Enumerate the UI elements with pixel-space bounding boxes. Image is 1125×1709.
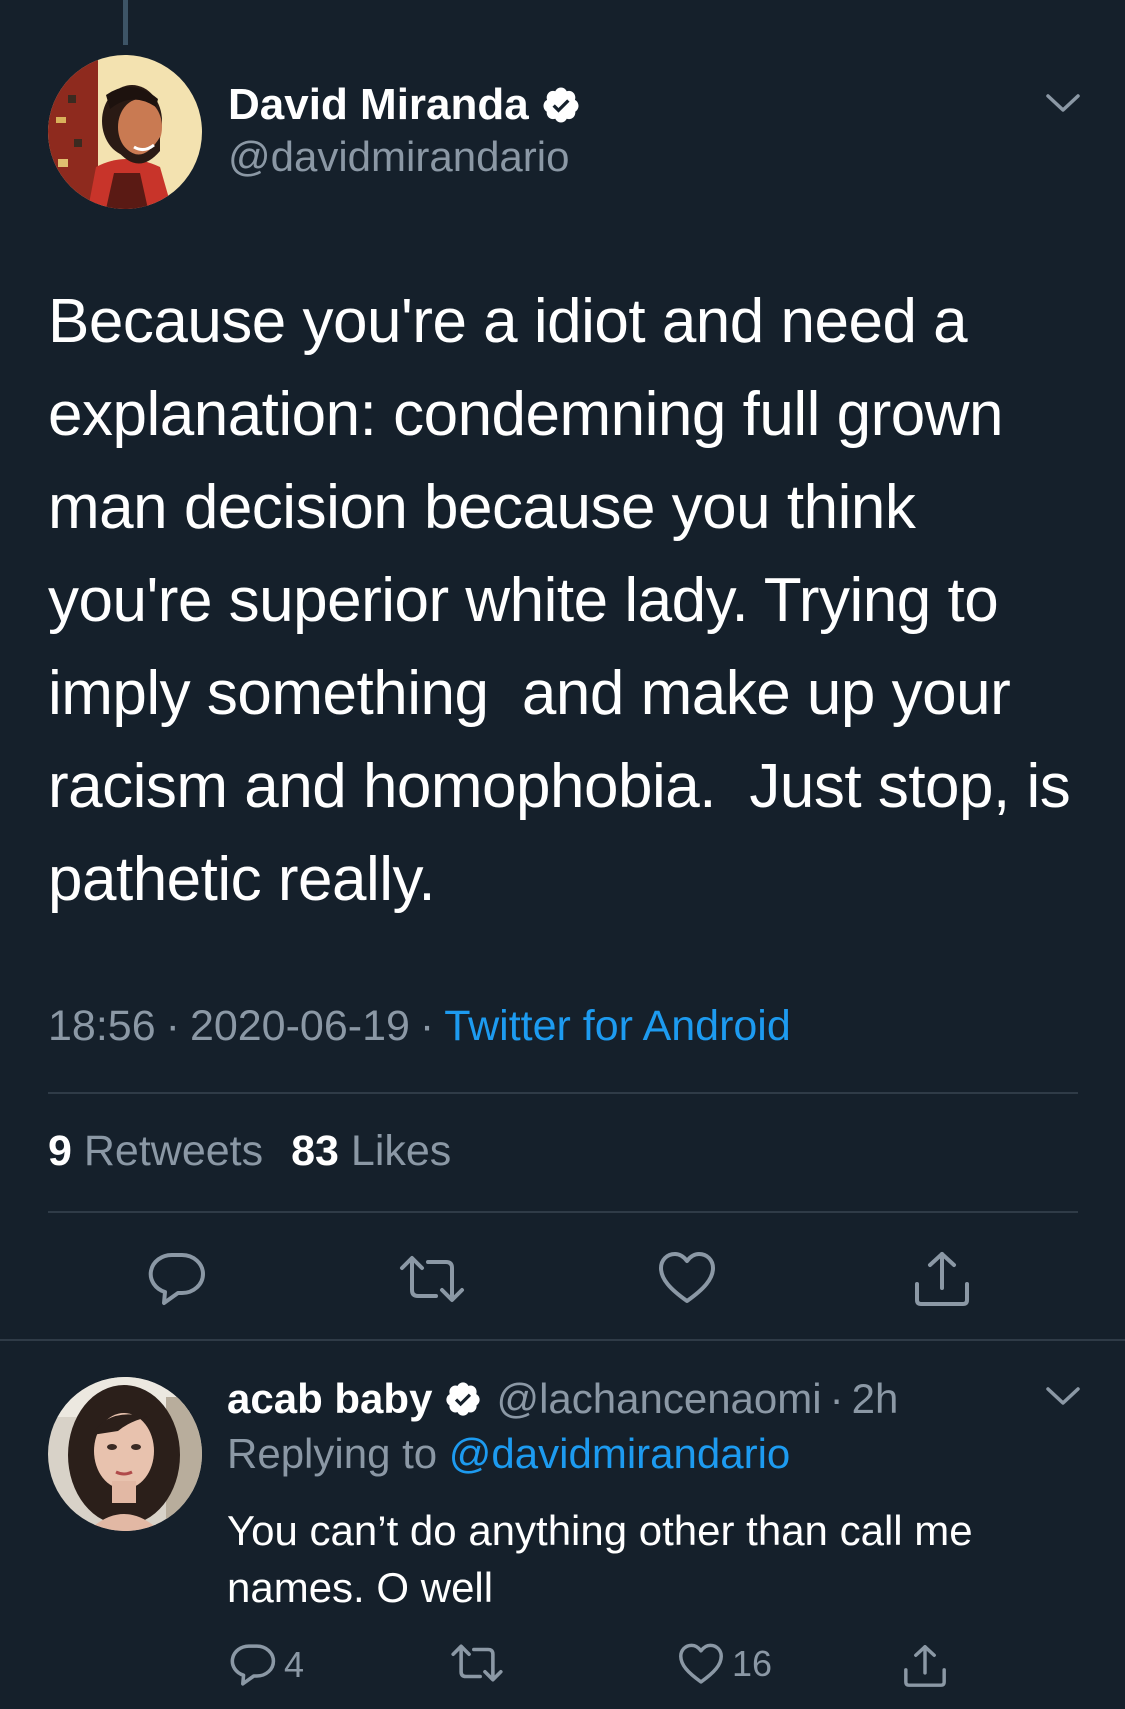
retweets-stat[interactable]: 9 Retweets: [48, 1127, 263, 1175]
replying-to-label: Replying to: [227, 1430, 438, 1477]
divider: [48, 1092, 1078, 1094]
tweet-text: Because you're a idiot and need a explan…: [48, 287, 1087, 914]
chevron-down-icon[interactable]: [1045, 92, 1081, 116]
retweets-count: 9: [48, 1127, 72, 1175]
author-name[interactable]: David Miranda: [228, 80, 529, 130]
likes-count: 83: [291, 1127, 339, 1175]
verified-badge-icon: [444, 1380, 482, 1418]
tweet-date: 2020-06-19: [189, 1002, 410, 1050]
author-handle[interactable]: @davidmirandario: [228, 133, 569, 181]
chevron-down-icon[interactable]: [1045, 1385, 1081, 1409]
tweet-time: 18:56: [48, 1002, 156, 1050]
retweets-label: Retweets: [83, 1127, 264, 1175]
replying-to-handle[interactable]: @davidmirandario: [449, 1430, 790, 1477]
likes-label: Likes: [350, 1127, 452, 1175]
meta-separator: ·: [419, 1002, 435, 1050]
reply-author-handle[interactable]: @lachancenaomi: [496, 1375, 821, 1423]
share-icon: [904, 1645, 946, 1687]
main-tweet: David Miranda @davidmirandario Because y…: [0, 0, 1125, 1340]
divider: [48, 1211, 1078, 1213]
reply-author-name[interactable]: acab baby: [227, 1375, 432, 1423]
share-button[interactable]: [912, 1250, 972, 1308]
reply-button[interactable]: [148, 1251, 206, 1307]
like-button[interactable]: [658, 1251, 716, 1305]
reply-retweet-button[interactable]: [450, 1643, 504, 1683]
replying-to: Replying to @davidmirandario: [227, 1430, 790, 1478]
reply-time[interactable]: 2h: [852, 1375, 899, 1423]
tweet-meta: 18:56 · 2020-06-19 · Twitter for Android: [48, 1002, 791, 1051]
reply-author-avatar[interactable]: [48, 1377, 202, 1531]
tweet-source-link[interactable]: Twitter for Android: [444, 1002, 791, 1050]
reply-icon: [230, 1644, 276, 1686]
reply-text: You can’t do anything other than call me…: [227, 1507, 973, 1611]
tweet-separator: [0, 1339, 1125, 1341]
retweet-icon: [400, 1256, 464, 1302]
reply-share-button[interactable]: [902, 1643, 948, 1689]
reply-reply-button[interactable]: 4: [230, 1643, 304, 1687]
author-avatar[interactable]: [48, 55, 202, 209]
like-count: 16: [732, 1643, 773, 1684]
tweet-stats: 9 Retweets 83 Likes: [48, 1127, 451, 1176]
retweet-button[interactable]: [398, 1254, 466, 1304]
heart-icon: [679, 1643, 723, 1684]
retweet-icon: [451, 1644, 503, 1682]
reply-icon: [148, 1252, 205, 1305]
author-name-row: David Miranda: [228, 78, 581, 132]
reply-like-button[interactable]: 16: [678, 1643, 772, 1685]
reply-dot-separator: ·: [829, 1375, 844, 1422]
heart-icon: [659, 1252, 715, 1303]
likes-stat[interactable]: 83 Likes: [291, 1127, 451, 1175]
verified-badge-icon: [541, 85, 581, 125]
meta-separator: ·: [165, 1002, 180, 1050]
reply-header: acab baby @lachancenaomi · 2h: [227, 1370, 898, 1428]
reply-count: 4: [284, 1644, 305, 1685]
share-icon: [915, 1252, 969, 1306]
